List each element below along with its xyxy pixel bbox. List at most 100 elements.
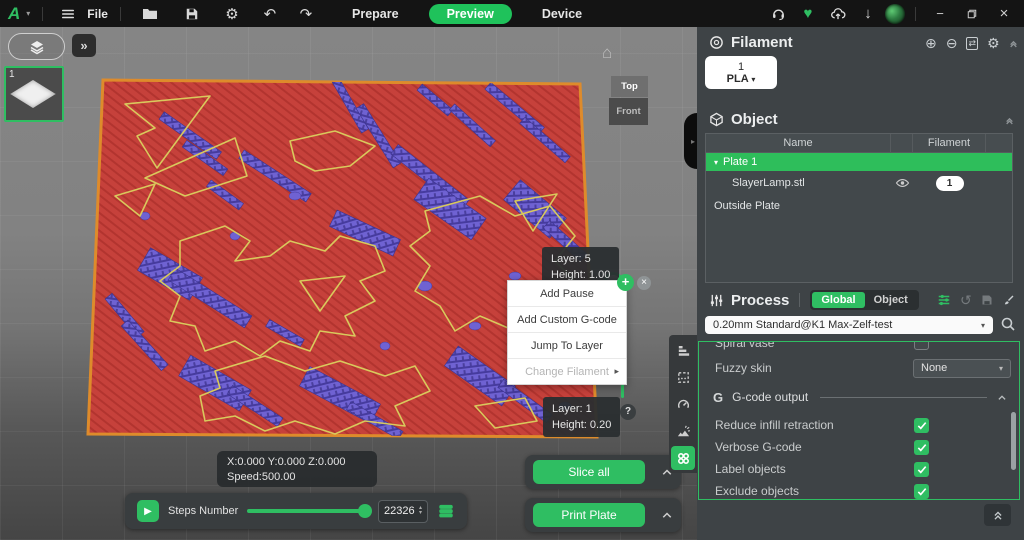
filament-settings-gear-icon[interactable]: ⚙ [987, 36, 1000, 50]
redo-icon[interactable]: ↷ [293, 3, 319, 25]
process-mode-toggle: Global Object [810, 290, 918, 310]
customize-brush-icon[interactable] [1002, 294, 1015, 307]
model-filament-badge[interactable]: 1 [936, 176, 964, 191]
tune-params-icon[interactable] [937, 293, 951, 307]
menu-hamburger-icon[interactable] [55, 3, 81, 25]
panel-bottom-collapse-button[interactable] [984, 504, 1011, 526]
file-menu[interactable]: File [87, 7, 108, 21]
logo-chevron-icon[interactable]: ▾ [26, 9, 30, 18]
save-preset-icon[interactable] [981, 294, 993, 306]
menu-item-change-filament-label: Change Filament [525, 366, 609, 378]
filament-actions: ⊕ ⊖ ⇄ ⚙ [925, 36, 1018, 50]
preview-viewport[interactable]: » 1 ⌂ Top Front ▸ + × ? Layer: 5 Height:… [0, 27, 697, 540]
plate-thumbnail[interactable]: 1 [4, 66, 64, 122]
reduce-infill-retraction-checkbox[interactable] [914, 418, 929, 433]
preset-caret-icon: ▾ [981, 321, 985, 330]
download-icon[interactable]: ↓ [855, 3, 881, 25]
filament-type-label: PLA [727, 73, 749, 85]
object-table: Name Filament ▾ Plate 1 SlayerLamp.stl 1… [705, 133, 1013, 283]
mode-object[interactable]: Object [865, 292, 917, 308]
stepper-arrows[interactable]: ▴▾ [418, 506, 422, 516]
expand-caret-icon[interactable]: ▾ [714, 158, 718, 167]
table-row-plate[interactable]: ▾ Plate 1 [706, 153, 1012, 171]
print-options-chevron-icon[interactable] [661, 510, 673, 520]
layers-view-button[interactable] [8, 33, 65, 60]
swap-filament-icon[interactable]: ⇄ [966, 37, 978, 50]
process-settings-scroll[interactable]: Spiral vase Fuzzy skin None ▾ G G-code o… [698, 341, 1020, 500]
tab-preview[interactable]: Preview [429, 4, 512, 24]
remove-filament-icon[interactable]: ⊖ [946, 36, 958, 50]
save-icon[interactable] [179, 3, 205, 25]
home-view-icon[interactable]: ⌂ [602, 43, 612, 63]
close-layer-menu-button[interactable]: × [637, 276, 651, 290]
filament-slot-card[interactable]: 1 PLA ▾ [705, 56, 777, 89]
setting-row-verbose-gcode: Verbose G-code [699, 437, 1019, 457]
spiral-vase-checkbox[interactable] [914, 341, 929, 350]
table-row-model[interactable]: SlayerLamp.stl 1 [706, 171, 1012, 195]
window-close-button[interactable]: × [990, 3, 1018, 25]
panel-collapse-handle[interactable]: ▸ [684, 113, 697, 169]
exclude-objects-label: Exclude objects [715, 484, 799, 498]
position-coords: X:0.000 Y:0.000 Z:0.000 [227, 455, 367, 470]
filament-slot-type[interactable]: PLA ▾ [727, 73, 756, 85]
play-button[interactable]: ▶ [137, 500, 159, 522]
add-layer-marker-button[interactable]: + [617, 274, 634, 291]
fuzzy-skin-caret-icon: ▾ [999, 364, 1003, 373]
window-minimize-button[interactable]: − [926, 3, 954, 25]
table-row-outside-plate[interactable]: Outside Plate [706, 195, 1012, 217]
speed-view-button[interactable] [671, 392, 695, 416]
divider [915, 7, 916, 21]
exclude-objects-checkbox[interactable] [914, 484, 929, 499]
steps-number-input[interactable] [379, 505, 418, 517]
slice-all-button[interactable]: Slice all [533, 460, 645, 484]
support-headset-icon[interactable] [765, 3, 791, 25]
tab-prepare[interactable]: Prepare [340, 4, 411, 24]
open-file-icon[interactable] [137, 3, 163, 25]
object-table-header: Name Filament [706, 134, 1012, 153]
app-logo[interactable]: A [8, 5, 20, 22]
visibility-eye-icon[interactable] [895, 177, 910, 189]
gcode-output-section-header[interactable]: G G-code output [699, 386, 1019, 408]
viewcube-top[interactable]: Top [611, 76, 648, 97]
layer-stack-icon[interactable] [437, 502, 455, 520]
menu-item-jump-to-layer[interactable]: Jump To Layer [508, 333, 626, 359]
object-collapse-icon[interactable] [1005, 116, 1014, 125]
print-plate-button[interactable]: Print Plate [533, 503, 645, 527]
viewcube-front[interactable]: Front [609, 98, 648, 125]
filament-title: Filament [731, 34, 793, 51]
plate-row-label: Plate 1 [723, 156, 757, 168]
multi-view-button[interactable] [671, 446, 695, 470]
steps-number-stepper[interactable]: ▴▾ [378, 500, 428, 523]
steps-slider[interactable] [247, 509, 369, 513]
settings-gear-icon[interactable]: ⚙ [219, 3, 245, 25]
menu-item-add-pause[interactable]: Add Pause [508, 281, 626, 307]
tab-device[interactable]: Device [530, 4, 594, 24]
undo-icon[interactable]: ↶ [257, 3, 283, 25]
steps-slider-thumb[interactable] [358, 504, 372, 518]
gcode-section-label: G-code output [732, 390, 808, 404]
mode-global[interactable]: Global [812, 292, 864, 308]
settings-scrollbar[interactable] [1011, 412, 1016, 470]
expand-plate-list-button[interactable]: » [72, 34, 96, 57]
position-speed: Speed:500.00 [227, 470, 367, 485]
cloud-upload-icon[interactable] [825, 3, 851, 25]
layer-histogram-button[interactable] [671, 338, 695, 362]
menu-item-add-custom-gcode[interactable]: Add Custom G-code [508, 307, 626, 333]
window-restore-button[interactable] [958, 3, 986, 25]
lower-layer-tooltip: Layer: 1 Height: 0.20 [543, 397, 620, 437]
flow-view-button[interactable] [671, 419, 695, 443]
add-filament-icon[interactable]: ⊕ [925, 36, 937, 50]
process-preset-dropdown[interactable]: 0.20mm Standard@K1 Max-Zelf-test ▾ [705, 316, 993, 334]
fuzzy-skin-dropdown[interactable]: None ▾ [913, 359, 1011, 378]
sliced-model-plate[interactable] [85, 76, 600, 444]
filament-collapse-icon[interactable] [1009, 39, 1018, 48]
user-avatar[interactable] [885, 4, 905, 24]
favorites-heart-icon[interactable]: ♥ [795, 3, 821, 25]
reset-params-icon[interactable]: ↺ [960, 293, 972, 307]
help-icon[interactable]: ? [620, 404, 636, 420]
line-type-button[interactable] [671, 365, 695, 389]
verbose-gcode-checkbox[interactable] [914, 440, 929, 455]
section-collapse-chevron-icon[interactable] [997, 393, 1007, 402]
label-objects-checkbox[interactable] [914, 462, 929, 477]
search-params-icon[interactable] [1000, 316, 1016, 332]
